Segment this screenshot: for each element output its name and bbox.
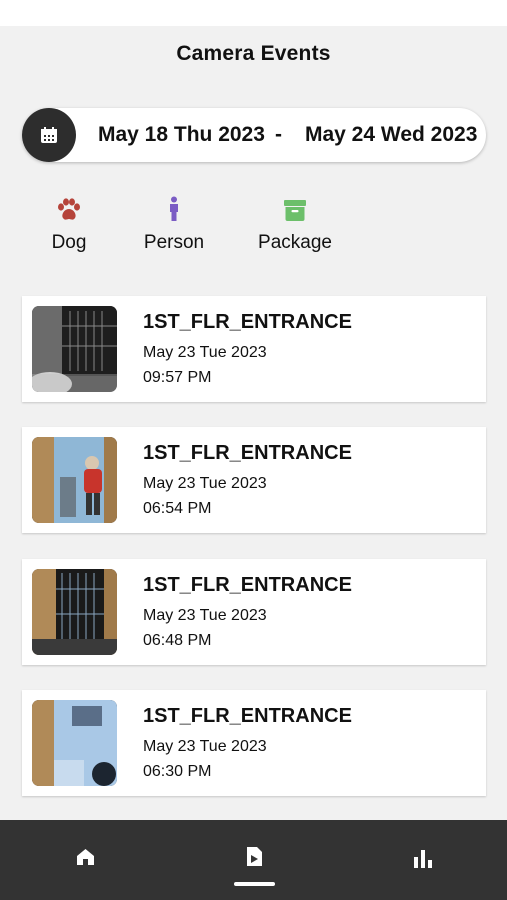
nav-home[interactable] [76, 848, 95, 871]
event-date: May 23 Tue 2023 [143, 607, 267, 624]
event-time: 06:54 PM [143, 500, 212, 517]
event-card[interactable]: 1ST_FLR_ENTRANCE May 23 Tue 2023 06:48 P… [22, 559, 486, 665]
event-camera-name: 1ST_FLR_ENTRANCE [143, 705, 352, 727]
event-thumbnail[interactable] [32, 306, 117, 392]
active-tab-indicator [234, 882, 275, 886]
filter-package-label: Package [258, 232, 332, 253]
filter-package[interactable]: Package [253, 188, 337, 254]
event-card[interactable]: 1ST_FLR_ENTRANCE May 23 Tue 2023 06:54 P… [22, 427, 486, 533]
package-icon [284, 200, 306, 221]
app-screen: Camera Events May 18 Thu 2023 - May 24 W… [0, 26, 507, 900]
events-document-icon [247, 847, 262, 866]
event-camera-name: 1ST_FLR_ENTRANCE [143, 311, 352, 333]
event-thumbnail[interactable] [32, 700, 117, 786]
filter-dog[interactable]: Dog [38, 188, 100, 254]
event-camera-name: 1ST_FLR_ENTRANCE [143, 574, 352, 596]
range-separator: - [275, 123, 282, 146]
nav-events[interactable] [245, 846, 263, 872]
filter-person-label: Person [143, 232, 205, 253]
event-time: 09:57 PM [143, 369, 212, 386]
filter-dog-label: Dog [51, 232, 87, 253]
event-card[interactable]: 1ST_FLR_ENTRANCE May 23 Tue 2023 09:57 P… [22, 296, 486, 402]
range-start-date[interactable]: May 18 Thu 2023 [98, 108, 265, 162]
event-date: May 23 Tue 2023 [143, 475, 267, 492]
home-icon [77, 849, 94, 865]
page-title: Camera Events [176, 42, 331, 65]
event-thumbnail[interactable] [32, 569, 117, 655]
person-icon [170, 196, 178, 221]
bar-chart-icon [414, 850, 432, 868]
event-time: 06:48 PM [143, 632, 212, 649]
event-date: May 23 Tue 2023 [143, 344, 267, 361]
paw-icon [58, 198, 80, 220]
calendar-icon [41, 127, 57, 143]
event-date: May 23 Tue 2023 [143, 738, 267, 755]
event-card[interactable]: 1ST_FLR_ENTRANCE May 23 Tue 2023 06:30 P… [22, 690, 486, 796]
bottom-navigation [0, 820, 507, 900]
nav-stats[interactable] [413, 848, 433, 873]
event-thumbnail[interactable] [32, 437, 117, 523]
range-end-date[interactable]: May 24 Wed 2023 [305, 108, 477, 162]
filter-person[interactable]: Person [138, 188, 210, 254]
date-range-picker[interactable]: May 18 Thu 2023 - May 24 Wed 2023 [22, 108, 486, 162]
calendar-button[interactable] [22, 108, 76, 162]
event-camera-name: 1ST_FLR_ENTRANCE [143, 442, 352, 464]
event-time: 06:30 PM [143, 763, 212, 780]
